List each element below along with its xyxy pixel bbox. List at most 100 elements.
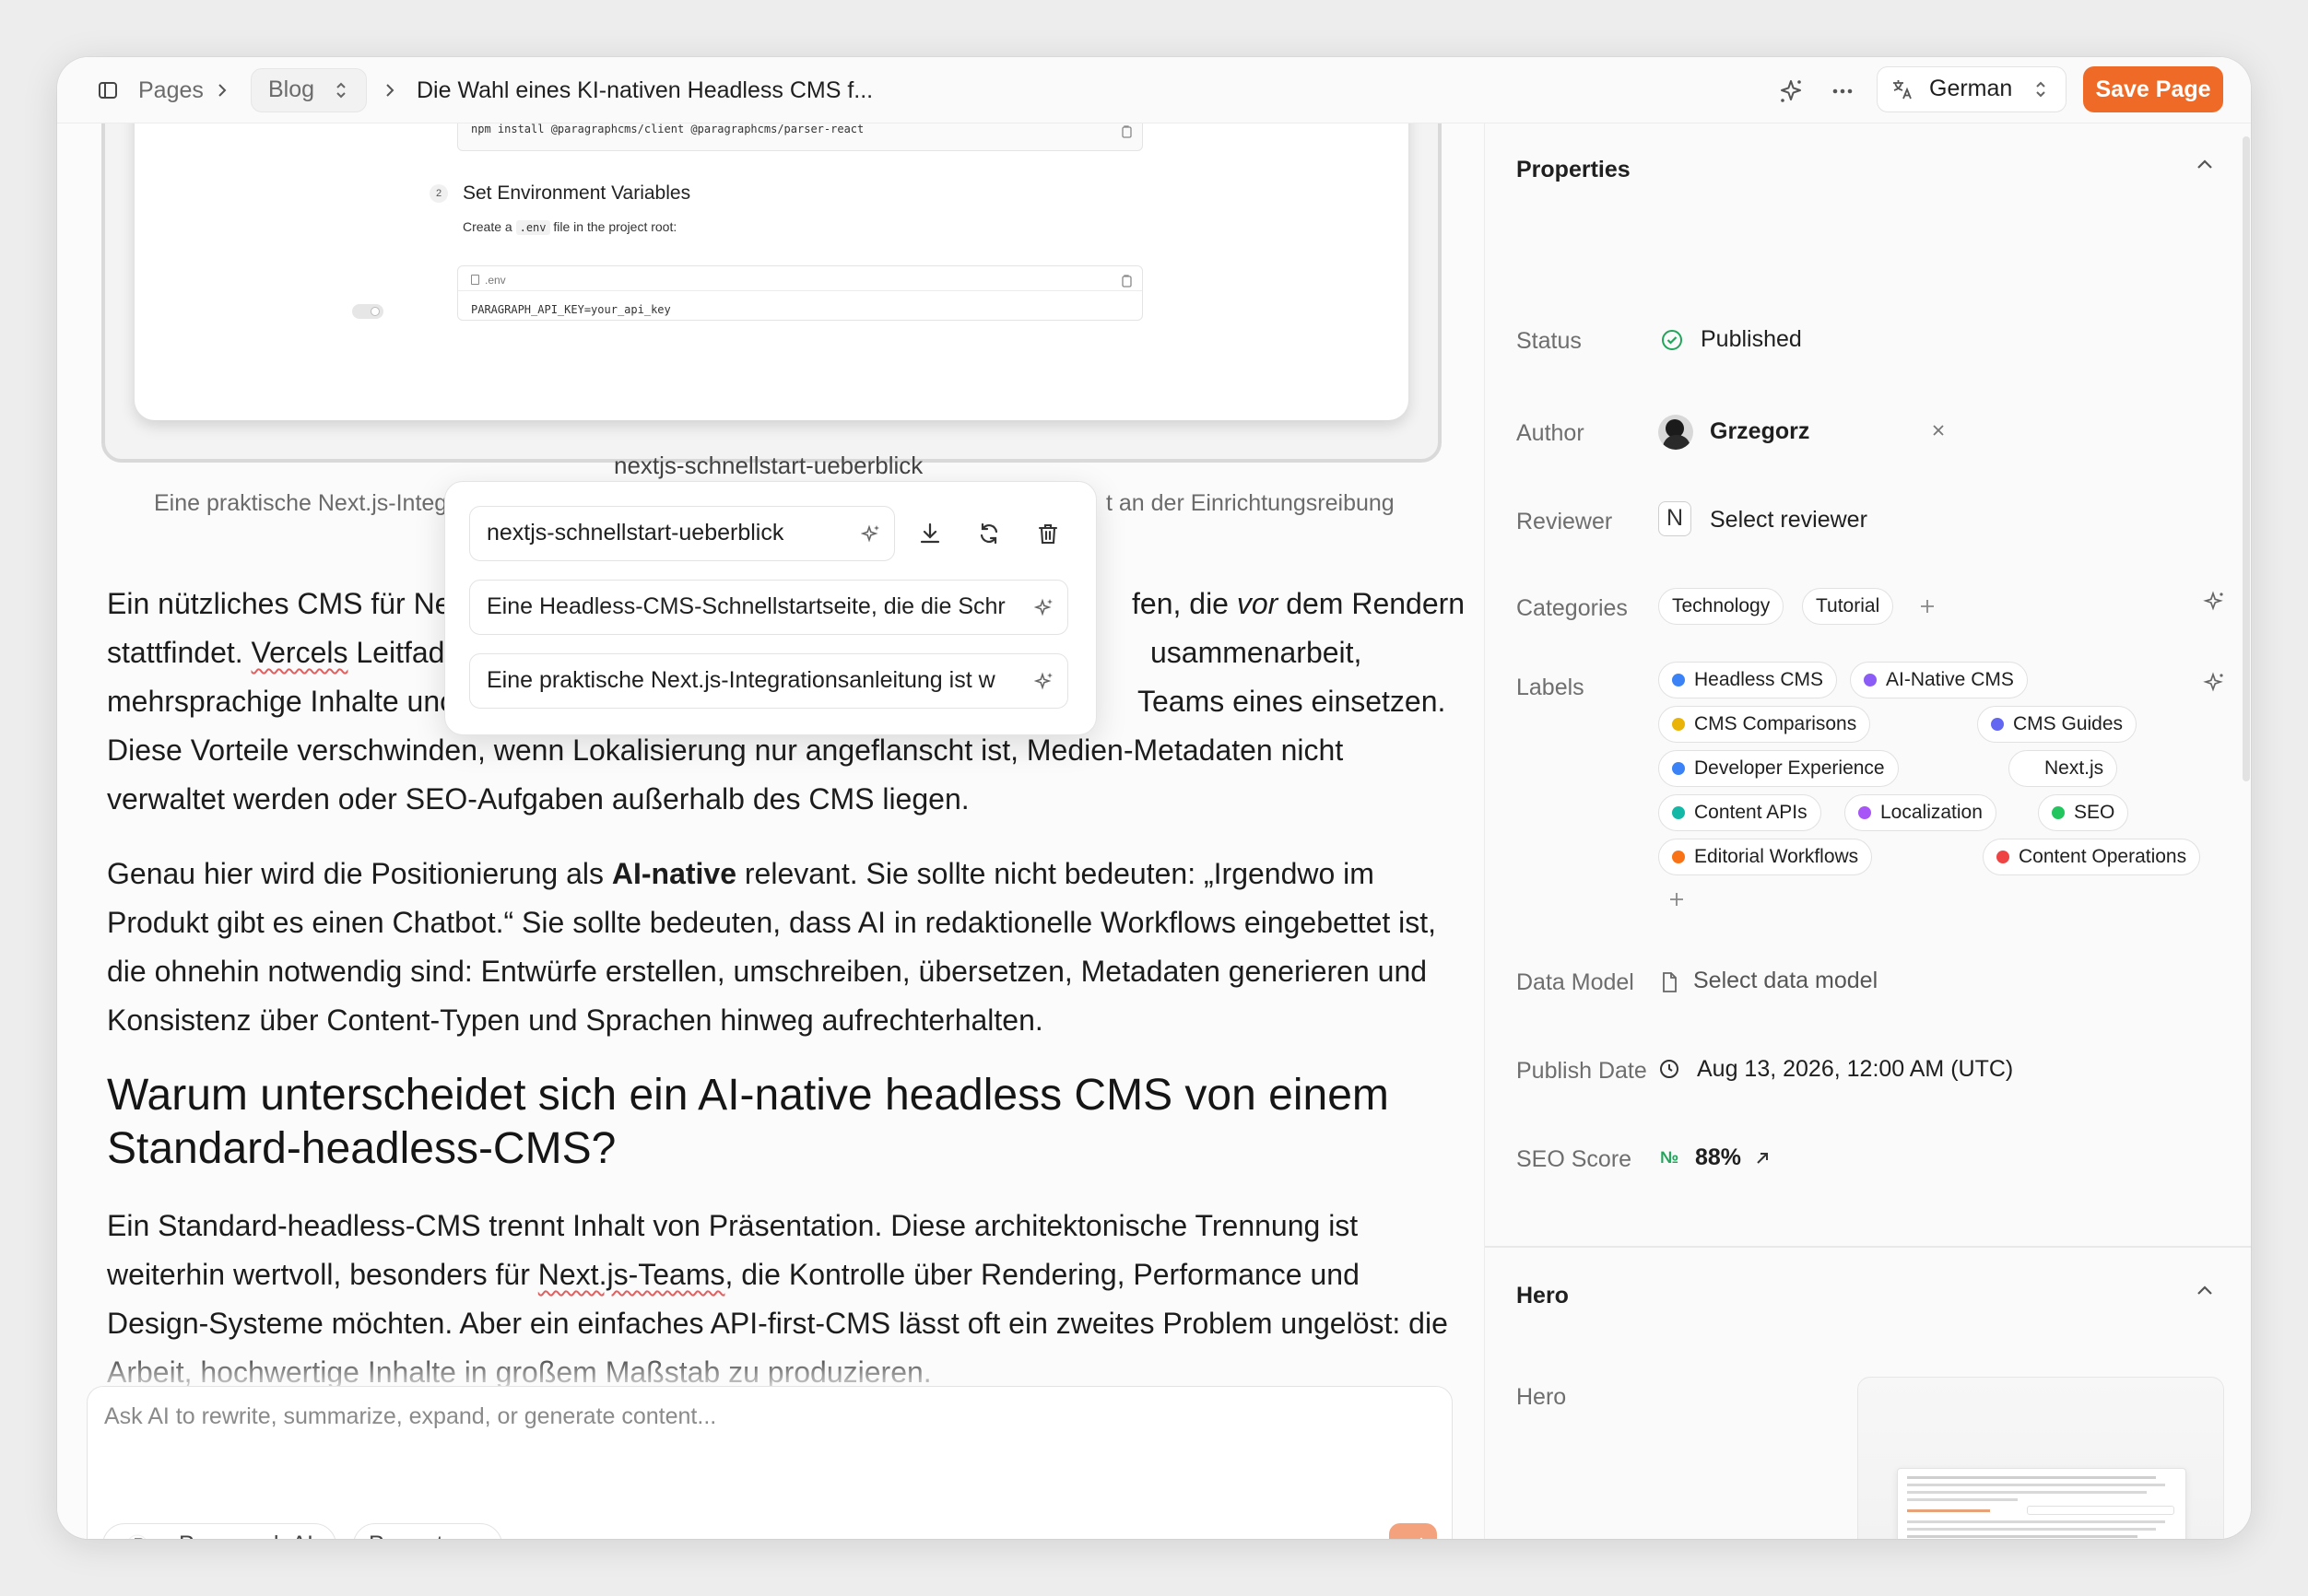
- ai-sparkle-icon[interactable]: [2202, 590, 2226, 614]
- copy-icon: [1120, 274, 1133, 288]
- caption-field[interactable]: Eine praktische Next.js-Integrationsanle…: [469, 653, 1068, 709]
- ai-sparkle-icon[interactable]: [1777, 77, 1805, 105]
- hero-image-thumbnail[interactable]: [1857, 1377, 2224, 1539]
- filename-value: nextjs-schnellstart-ueberblick: [487, 520, 784, 546]
- data-model-select[interactable]: Select data model: [1693, 968, 1878, 994]
- label-chip[interactable]: AI-Native CMS: [1850, 662, 2028, 698]
- composer-input[interactable]: Ask AI to rewrite, summarize, expand, or…: [104, 1403, 716, 1430]
- label-chip[interactable]: SEO: [2038, 794, 2129, 831]
- status-value[interactable]: Published: [1701, 326, 1802, 353]
- category-chip[interactable]: Tutorial: [1802, 588, 1894, 625]
- add-category-icon[interactable]: [1918, 597, 1937, 616]
- prompts-button[interactable]: Prompts: [353, 1523, 502, 1539]
- regenerate-icon[interactable]: [976, 521, 1002, 546]
- label-chip-text: Content Operations: [2019, 846, 2187, 867]
- paragraph-line: verwaltet werden oder SEO-Aufgaben außer…: [107, 782, 970, 816]
- ai-sparkle-icon[interactable]: [1034, 597, 1054, 617]
- labels-label: Labels: [1516, 675, 1584, 700]
- env-file-name: .env: [485, 274, 506, 287]
- author-value[interactable]: Grzegorz: [1710, 418, 1809, 445]
- add-label-button[interactable]: [1667, 890, 1686, 909]
- alt-text-value: Eine Headless-CMS-Schnellstartseite, die…: [487, 593, 1006, 619]
- step-title: Set Environment Variables: [463, 182, 691, 204]
- env-code-block: .env PARAGRAPH_API_KEY=your_api_key: [457, 265, 1143, 321]
- text-run: Leitfad: [347, 636, 445, 669]
- external-link-icon[interactable]: [1754, 1150, 1771, 1167]
- color-dot: [1672, 806, 1685, 819]
- publish-date-value[interactable]: Aug 13, 2026, 12:00 AM (UTC): [1697, 1056, 2013, 1083]
- color-dot: [1996, 851, 2009, 863]
- language-select[interactable]: German: [1877, 66, 2067, 112]
- paragraph-ai-button[interactable]: Paragraph AI: [102, 1523, 336, 1539]
- translate-icon: [1890, 77, 1914, 101]
- label-chip-text: Content APIs: [1694, 802, 1808, 823]
- chevron-up-icon[interactable]: [2195, 157, 2215, 171]
- ai-sparkle-icon[interactable]: [1034, 671, 1054, 691]
- image-caption-right: t an der Einrichtungsreibung: [1106, 490, 1395, 516]
- breadcrumb-pages[interactable]: Pages: [138, 57, 204, 123]
- label-chip[interactable]: CMS Guides: [1977, 706, 2137, 743]
- ai-sparkle-icon[interactable]: [861, 523, 881, 544]
- label-chip[interactable]: Developer Experience: [1658, 750, 1899, 787]
- caption-value: Eine praktische Next.js-Integrationsanle…: [487, 667, 995, 693]
- publish-date-label: Publish Date: [1516, 1058, 1647, 1084]
- close-icon[interactable]: [1931, 423, 1946, 438]
- color-dot: [1864, 674, 1877, 687]
- chevron-right-icon: [383, 82, 396, 99]
- section-divider: [1485, 1246, 2251, 1248]
- alt-text-field[interactable]: Eine Headless-CMS-Schnellstartseite, die…: [469, 580, 1068, 635]
- label-chip-text: CMS Guides: [2013, 713, 2124, 734]
- chevron-updown-icon: [2032, 78, 2049, 100]
- image-block[interactable]: npm pnpm yarn bun npm install @paragraph…: [101, 123, 1442, 463]
- color-dot: [1858, 806, 1871, 819]
- seo-score-value: 88%: [1695, 1144, 1742, 1170]
- more-options-icon[interactable]: [1831, 79, 1855, 103]
- section-heading: Warum unterscheidet sich ein AI-native h…: [107, 1071, 1389, 1173]
- install-code-block: npm install @paragraphcms/client @paragr…: [457, 123, 1143, 151]
- label-chip-text: AI-Native CMS: [1886, 669, 2014, 690]
- text-run: stattfindet.: [107, 636, 252, 669]
- chevron-up-icon[interactable]: [2195, 1283, 2215, 1297]
- category-chip[interactable]: Technology: [1658, 588, 1784, 625]
- sidebar-toggle-icon[interactable]: [98, 80, 118, 100]
- download-icon[interactable]: [917, 521, 943, 546]
- label-chip[interactable]: Next.js: [2008, 750, 2118, 787]
- color-dot: [1672, 718, 1685, 731]
- scrollbar[interactable]: [2243, 136, 2250, 781]
- text-run: usammenarbeit,: [1150, 636, 1362, 669]
- prompts-label: Prompts: [369, 1524, 454, 1539]
- copy-icon: [1120, 124, 1133, 139]
- color-dot: [1672, 674, 1685, 687]
- seo-score-label: SEO Score: [1516, 1146, 1632, 1172]
- label-chip[interactable]: Headless CMS: [1658, 662, 1838, 698]
- image-content: npm pnpm yarn bun npm install @paragraph…: [135, 123, 1408, 420]
- label-chip-text: Localization: [1880, 802, 1983, 823]
- ai-sparkle-icon[interactable]: [2202, 671, 2226, 695]
- label-chip[interactable]: Editorial Workflows: [1658, 839, 1873, 875]
- label-chip[interactable]: Content APIs: [1658, 794, 1821, 831]
- strong-text: AI-native: [611, 857, 736, 890]
- enter-icon: [1401, 1535, 1425, 1539]
- label-chip[interactable]: Localization: [1844, 794, 1996, 831]
- label-chip-text: Editorial Workflows: [1694, 846, 1859, 867]
- text-run: Teams eines einsetzen.: [1137, 685, 1446, 718]
- spellcheck-word[interactable]: Next.js-Teams: [538, 1258, 725, 1291]
- clock-icon: [1658, 1058, 1680, 1080]
- author-label: Author: [1516, 420, 1584, 446]
- label-chip[interactable]: Content Operations: [1983, 839, 2201, 875]
- properties-panel: Properties Status Published Author Grzeg…: [1484, 123, 2251, 1539]
- ai-composer: Ask AI to rewrite, summarize, expand, or…: [87, 1386, 1453, 1539]
- spellcheck-word[interactable]: Vercels: [252, 636, 348, 669]
- editor-canvas[interactable]: npm pnpm yarn bun npm install @paragraph…: [57, 123, 1484, 1539]
- submit-button[interactable]: [1389, 1523, 1437, 1539]
- step-description: Create a .env file in the project root:: [463, 219, 677, 235]
- divider: [458, 290, 1142, 291]
- filename-field[interactable]: nextjs-schnellstart-ueberblick: [469, 506, 895, 561]
- reviewer-select[interactable]: Select reviewer: [1710, 507, 1867, 534]
- label-chip[interactable]: CMS Comparisons: [1658, 706, 1871, 743]
- breadcrumb-collection-select[interactable]: Blog: [251, 68, 367, 112]
- chevron-right-icon: [216, 82, 229, 99]
- hero-field-label: Hero: [1516, 1384, 1567, 1410]
- save-page-button[interactable]: Save Page: [2083, 66, 2223, 112]
- trash-icon[interactable]: [1035, 521, 1061, 546]
